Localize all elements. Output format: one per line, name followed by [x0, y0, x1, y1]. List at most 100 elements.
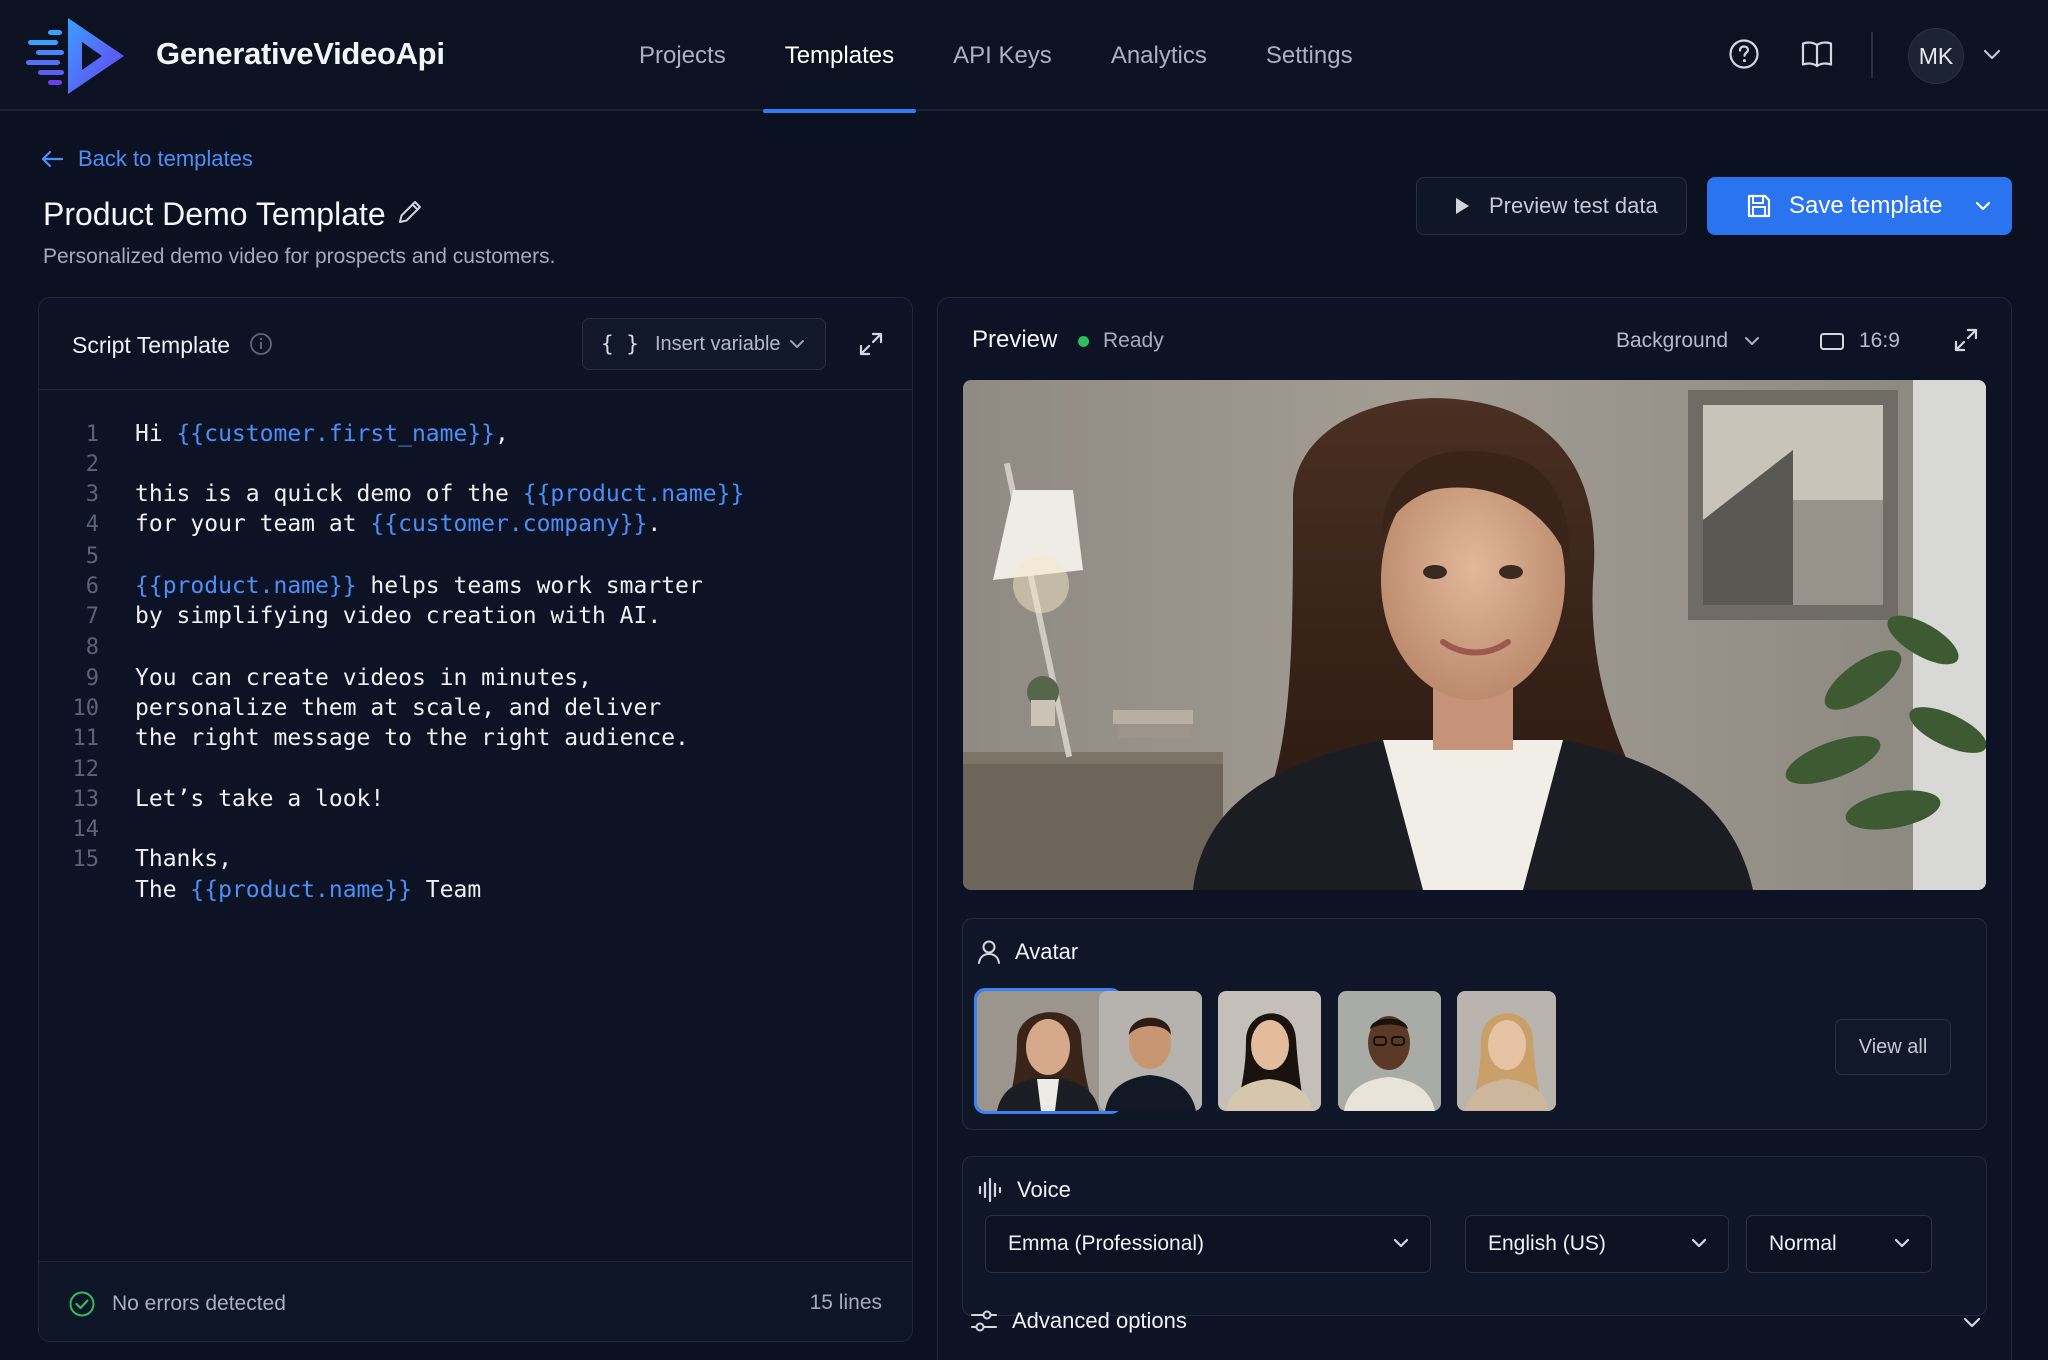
line-number: 11: [72, 725, 100, 751]
script-panel-header: Script Template { } Insert variable: [39, 298, 912, 390]
script-template-panel: Script Template { } Insert variable 1 Hi …: [38, 297, 913, 1342]
script-panel-footer: No errors detected 15 lines: [39, 1261, 912, 1341]
nav-templates[interactable]: Templates: [761, 0, 918, 113]
background-dropdown[interactable]: Background: [1616, 329, 1760, 353]
info-icon[interactable]: [249, 332, 273, 356]
sliders-icon: [971, 1310, 997, 1332]
template-variable[interactable]: {{product.name}}: [523, 481, 745, 507]
language-select[interactable]: English (US): [1465, 1215, 1729, 1273]
view-all-avatars-button[interactable]: View all: [1835, 1019, 1951, 1075]
line-number: 13: [72, 786, 100, 812]
preview-test-data-button[interactable]: Preview test data: [1416, 177, 1687, 235]
voice-section-title: Voice: [1017, 1177, 1071, 1202]
voice-select[interactable]: Emma (Professional): [985, 1215, 1431, 1273]
line-number: 14: [72, 816, 100, 842]
advanced-options-toggle[interactable]: Advanced options: [970, 1308, 1187, 1334]
chevron-down-icon: [1894, 1238, 1910, 1248]
aspect-ratio-icon: [1820, 333, 1844, 350]
nav-api-keys[interactable]: API Keys: [929, 0, 1076, 111]
chevron-down-icon: [790, 340, 804, 348]
template-variable[interactable]: {{product.name}}: [190, 877, 412, 903]
pencil-icon[interactable]: [396, 198, 424, 226]
line-number: 2: [85, 451, 99, 477]
help-icon[interactable]: [1728, 38, 1760, 70]
line-text: The {{product.name}} Team: [135, 877, 482, 903]
page-subtitle: Personalized demo video for prospects an…: [43, 245, 556, 268]
line-number: 3: [85, 481, 99, 507]
aspect-ratio-selector[interactable]: 16:9: [1819, 329, 1900, 353]
template-variable[interactable]: {{customer.company}}: [370, 511, 647, 537]
brand-name: GenerativeVideoApi: [156, 36, 445, 71]
chevron-down-icon: [1691, 1238, 1707, 1248]
play-icon: [1456, 198, 1469, 214]
divider: [1871, 32, 1873, 78]
expand-icon[interactable]: [857, 330, 885, 358]
voice-select-value: Emma (Professional): [1008, 1232, 1205, 1255]
avatar-section-header: Avatar: [977, 939, 1078, 965]
validation-status-text: No errors detected: [112, 1292, 286, 1315]
speed-select[interactable]: Normal: [1746, 1215, 1932, 1273]
avatar-option-3[interactable]: [1218, 991, 1321, 1111]
advanced-options-label: Advanced options: [1012, 1308, 1187, 1333]
top-navigation-bar: GenerativeVideoApi Projects Templates AP…: [0, 0, 2048, 113]
chevron-down-icon: [1393, 1238, 1409, 1248]
aspect-ratio-label: 16:9: [1859, 329, 1900, 352]
validation-status: No errors detected: [68, 1290, 286, 1318]
expand-icon[interactable]: [1952, 326, 1980, 354]
page-title: Product Demo Template: [43, 196, 386, 232]
line-text: Thanks,: [135, 846, 232, 872]
code-line[interactable]: The {{product.name}} Team: [39, 872, 481, 908]
main-nav: Projects Templates API Keys Analytics Se…: [615, 0, 1388, 113]
braces-icon: { }: [601, 332, 639, 356]
back-to-templates-link[interactable]: Back to templates: [40, 146, 253, 172]
avatar-option-2[interactable]: [1099, 991, 1202, 1111]
nav-projects[interactable]: Projects: [615, 0, 750, 111]
save-icon: [1747, 194, 1771, 218]
avatar-option-5[interactable]: [1457, 991, 1556, 1111]
chevron-down-icon[interactable]: [1983, 49, 2001, 61]
insert-variable-dropdown[interactable]: { } Insert variable: [582, 318, 826, 370]
chevron-down-icon: [1745, 337, 1760, 345]
save-template-button[interactable]: Save template: [1707, 177, 2012, 235]
nav-analytics[interactable]: Analytics: [1087, 0, 1231, 111]
user-avatar[interactable]: MK: [1908, 28, 1964, 84]
voice-section: Voice Emma (Professional) English (US) N…: [962, 1156, 1987, 1316]
nav-settings[interactable]: Settings: [1242, 0, 1377, 111]
line-number: 4: [85, 511, 99, 537]
code-line[interactable]: 4 for your team at {{customer.company}}.: [39, 506, 661, 542]
arrow-left-icon: [41, 150, 64, 168]
line-text: for your team at {{customer.company}}.: [135, 511, 662, 537]
line-number: 7: [85, 603, 99, 629]
preview-button-label: Preview test data: [1489, 193, 1658, 218]
line-number: 1: [85, 421, 99, 447]
line-number: 15: [72, 846, 100, 872]
back-label: Back to templates: [78, 146, 253, 171]
line-text: the right message to the right audience.: [135, 725, 689, 751]
script-panel-title: Script Template: [72, 332, 231, 358]
speed-select-value: Normal: [1769, 1232, 1837, 1255]
video-preview[interactable]: [963, 380, 1986, 890]
waveform-icon: [978, 1177, 1002, 1203]
user-icon: [978, 940, 1000, 964]
logo-play-icon[interactable]: [26, 16, 130, 96]
line-number: 12: [72, 756, 100, 782]
line-text: You can create videos in minutes,: [135, 665, 592, 691]
chevron-down-icon[interactable]: [1974, 197, 1992, 215]
line-text: Let’s take a look!: [135, 786, 385, 812]
save-button-label: Save template: [1789, 192, 1943, 219]
line-text: Hi {{customer.first_name}},: [135, 421, 509, 447]
avatar-option-1[interactable]: [974, 988, 1122, 1114]
line-number: 8: [85, 634, 99, 660]
avatar-section-title: Avatar: [1015, 939, 1079, 964]
template-variable[interactable]: {{product.name}}: [135, 573, 357, 599]
line-number: 9: [85, 665, 99, 691]
chevron-down-icon[interactable]: [1962, 1316, 1982, 1330]
line-number: 6: [85, 573, 99, 599]
line-text: this is a quick demo of the {{product.na…: [135, 481, 745, 507]
book-icon[interactable]: [1801, 40, 1833, 68]
voice-section-header: Voice: [977, 1177, 1071, 1203]
avatar-option-4[interactable]: [1338, 991, 1441, 1111]
language-select-value: English (US): [1488, 1232, 1606, 1255]
line-text: personalize them at scale, and deliver: [135, 695, 662, 721]
template-variable[interactable]: {{customer.first_name}}: [177, 421, 496, 447]
